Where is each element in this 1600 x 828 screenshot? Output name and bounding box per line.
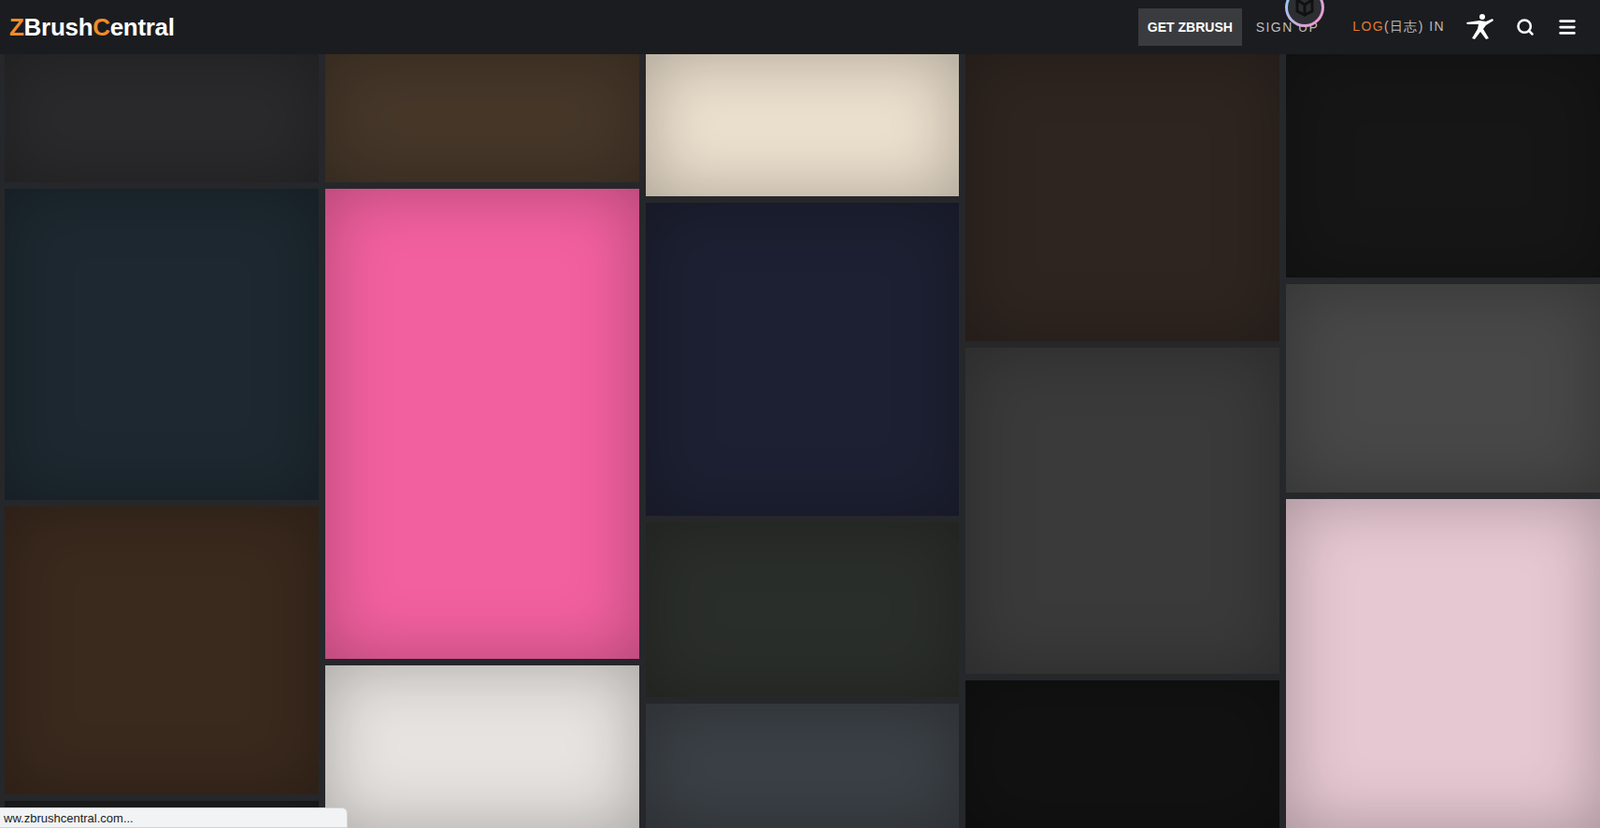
gallery-tile[interactable]: [965, 347, 1280, 674]
zbrush-figure-icon: [1463, 13, 1496, 42]
gallery-column: [1285, 54, 1600, 828]
logo-part: Z: [9, 13, 25, 43]
gallery-tile[interactable]: [4, 506, 319, 795]
page: ZBrushCentral GET ZBRUSH SIGN UP LOG(日志) IN…: [0, 0, 1600, 828]
logo[interactable]: ZBrushCentral: [9, 13, 175, 43]
log-in-part: LOG: [1352, 18, 1385, 34]
zbrush-badge-icon[interactable]: [1284, 0, 1326, 29]
nav: GET ZBRUSH SIGN UP LOG(日志) IN: [1138, 7, 1578, 47]
gallery-column: [645, 54, 960, 828]
gallery-tile[interactable]: [4, 54, 319, 183]
gallery-tile[interactable]: [645, 202, 960, 516]
search-icon: [1515, 17, 1535, 37]
gallery-tile[interactable]: [965, 54, 1280, 342]
header: ZBrushCentral GET ZBRUSH SIGN UP LOG(日志) IN: [0, 0, 1600, 55]
logo-part: Brush: [24, 13, 94, 43]
gallery-tile[interactable]: [1285, 284, 1600, 493]
gallery-tile[interactable]: [325, 54, 640, 183]
gallery-tile[interactable]: [1285, 499, 1600, 828]
gallery-tile[interactable]: [325, 665, 640, 828]
logo-part: C: [92, 13, 110, 43]
gallery-tile[interactable]: [325, 188, 640, 659]
gallery-tile[interactable]: [645, 522, 960, 698]
gallery-column: [325, 54, 640, 828]
gallery-tile[interactable]: [645, 703, 960, 828]
search-button[interactable]: [1515, 17, 1535, 37]
logo-part: entral: [110, 13, 175, 43]
gallery-tile[interactable]: [4, 188, 319, 500]
status-bar: ww.zbrushcentral.com...: [0, 807, 348, 828]
gallery-tile[interactable]: [645, 54, 960, 197]
gallery-tile[interactable]: [1285, 54, 1600, 278]
gallery-column: [4, 54, 319, 828]
log-in-link[interactable]: LOG(日志) IN: [1352, 18, 1445, 36]
log-in-part: (日志) IN: [1384, 18, 1445, 34]
menu-button[interactable]: [1557, 16, 1578, 38]
sign-up-wrap: SIGN UP: [1256, 7, 1319, 47]
account-button[interactable]: [1463, 13, 1496, 42]
gallery: [0, 54, 1600, 828]
get-zbrush-button[interactable]: GET ZBRUSH: [1138, 8, 1243, 46]
gallery-tile[interactable]: [965, 680, 1280, 828]
gallery-column: [965, 54, 1280, 828]
menu-icon: [1557, 16, 1578, 38]
